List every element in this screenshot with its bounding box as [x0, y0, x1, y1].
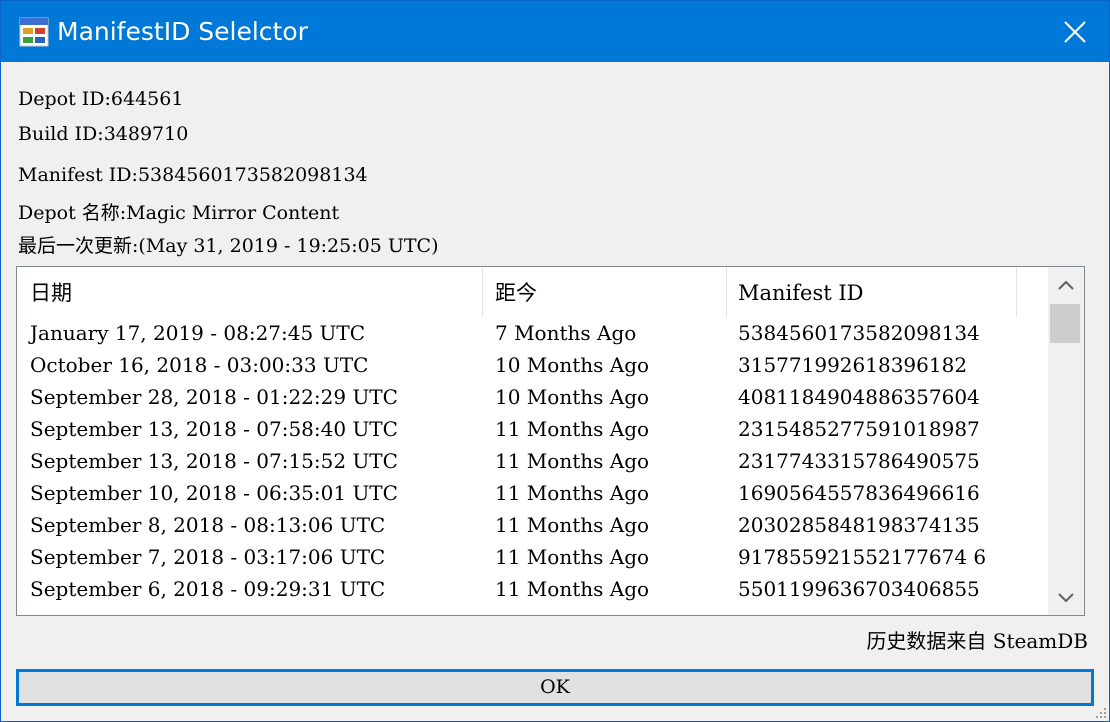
row-manifest-id: 5384560173582098134	[738, 321, 980, 345]
depot-id-label: Depot ID:644561	[18, 88, 184, 110]
row-manifest-id: 2030285848198374135	[738, 513, 980, 537]
close-icon	[1064, 21, 1086, 43]
scroll-down-button[interactable]	[1048, 579, 1084, 615]
data-source-note: 历史数据来自 SteamDB	[866, 629, 1088, 653]
chevron-up-icon	[1058, 280, 1074, 290]
row-manifest-id: 1690564557836496616	[738, 481, 980, 505]
list-row[interactable]: September 13, 2018 - 07:58:40 UTC 11 Mon…	[17, 413, 1048, 445]
row-manifest-id: 5501199636703406855	[738, 577, 980, 601]
column-header-manifest-id[interactable]: Manifest ID	[727, 267, 1017, 317]
manifest-list[interactable]: 日期 距今 Manifest ID January 17, 2019 - 08:…	[16, 266, 1085, 616]
list-row[interactable]: September 6, 2018 - 09:29:31 UTC 11 Mont…	[17, 573, 1048, 605]
window-title: ManifestID Selelctor	[57, 17, 308, 46]
resize-grip-icon[interactable]	[1093, 705, 1107, 719]
list-row[interactable]: September 8, 2018 - 08:13:06 UTC 11 Mont…	[17, 509, 1048, 541]
column-header-date[interactable]: 日期	[17, 267, 483, 317]
row-date: October 16, 2018 - 03:00:33 UTC	[30, 353, 369, 377]
row-date: September 7, 2018 - 03:17:06 UTC	[30, 545, 386, 569]
row-age: 11 Months Ago	[495, 577, 650, 601]
vertical-scrollbar[interactable]	[1048, 267, 1084, 615]
row-manifest-id: 315771992618396182	[738, 353, 968, 377]
row-date: September 13, 2018 - 07:58:40 UTC	[30, 417, 398, 441]
row-date: September 13, 2018 - 07:15:52 UTC	[30, 449, 398, 473]
depot-name-label: Depot 名称:Magic Mirror Content	[18, 202, 340, 224]
chevron-down-icon	[1058, 593, 1074, 603]
row-age: 11 Months Ago	[495, 417, 650, 441]
last-update-label: 最后一次更新:(May 31, 2019 - 19:25:05 UTC)	[18, 235, 439, 257]
row-age: 11 Months Ago	[495, 545, 650, 569]
build-id-label: Build ID:3489710	[18, 123, 189, 145]
list-row[interactable]: September 13, 2018 - 07:15:52 UTC 11 Mon…	[17, 445, 1048, 477]
list-header: 日期 距今 Manifest ID	[17, 267, 1048, 317]
row-manifest-id: 2315485277591018987	[738, 417, 980, 441]
row-date: January 17, 2019 - 08:27:45 UTC	[30, 321, 366, 345]
row-manifest-id: 2317743315786490575	[738, 449, 980, 473]
list-rows: January 17, 2019 - 08:27:45 UTC 7 Months…	[17, 317, 1048, 615]
row-age: 7 Months Ago	[495, 321, 637, 345]
row-date: September 10, 2018 - 06:35:01 UTC	[30, 481, 398, 505]
title-bar[interactable]: ManifestID Selelctor	[1, 1, 1109, 62]
row-date: September 6, 2018 - 09:29:31 UTC	[30, 577, 386, 601]
row-age: 10 Months Ago	[495, 353, 650, 377]
list-row[interactable]: January 17, 2019 - 08:27:45 UTC 7 Months…	[17, 317, 1048, 349]
close-button[interactable]	[1041, 1, 1109, 62]
row-age: 10 Months Ago	[495, 385, 650, 409]
app-window-icon	[19, 17, 49, 47]
ok-button[interactable]: OK	[16, 669, 1094, 706]
scroll-thumb[interactable]	[1050, 304, 1080, 343]
row-manifest-id: 4081184904886357604	[738, 385, 980, 409]
column-header-filler	[1017, 267, 1048, 317]
row-date: September 8, 2018 - 08:13:06 UTC	[30, 513, 386, 537]
list-row[interactable]: September 10, 2018 - 06:35:01 UTC 11 Mon…	[17, 477, 1048, 509]
row-age: 11 Months Ago	[495, 481, 650, 505]
row-date: September 28, 2018 - 01:22:29 UTC	[30, 385, 398, 409]
column-header-age[interactable]: 距今	[483, 267, 727, 317]
row-age: 11 Months Ago	[495, 449, 650, 473]
list-row[interactable]: September 7, 2018 - 03:17:06 UTC 11 Mont…	[17, 541, 1048, 573]
row-manifest-id: 917855921552177674 6	[738, 545, 987, 569]
manifest-id-label: Manifest ID:5384560173582098134	[18, 164, 368, 186]
scroll-up-button[interactable]	[1048, 267, 1084, 303]
manifest-selector-window: ManifestID Selelctor Depot ID:644561 Bui…	[0, 0, 1110, 722]
list-row[interactable]: October 16, 2018 - 03:00:33 UTC 10 Month…	[17, 349, 1048, 381]
row-age: 11 Months Ago	[495, 513, 650, 537]
list-row[interactable]: September 28, 2018 - 01:22:29 UTC 10 Mon…	[17, 381, 1048, 413]
